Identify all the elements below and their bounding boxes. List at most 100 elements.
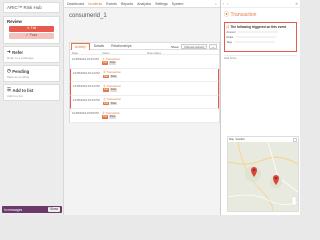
top-nav: Dashboard Incidents Events Reports Analy… — [64, 0, 220, 8]
map-tab-map[interactable]: Map — [229, 138, 234, 142]
nav-reports[interactable]: Reports — [121, 2, 133, 6]
field-amount-label: Amount — [226, 30, 236, 34]
cross-icon: ✕ — [26, 26, 30, 30]
fail-badge: Fail — [102, 115, 108, 119]
risk-score-label: Risk Score — [224, 57, 237, 60]
nav-settings[interactable]: Settings — [155, 2, 168, 6]
nav-analytics[interactable]: Analytics — [137, 2, 151, 6]
table-row[interactable]: 12/05/2019 03:14 PM ⦿ Transaction Fail P… — [70, 68, 219, 82]
warning-icon: ☐ — [226, 24, 230, 29]
row-date: 12/05/2019 03:08 PM — [72, 111, 99, 115]
refer-card[interactable]: ➜ Refer Refer to a colleague — [3, 46, 60, 63]
row-badges: Fail Pass — [103, 74, 118, 78]
show-messages-button[interactable]: Show — [48, 207, 60, 212]
location-map[interactable]: Map Satellite — [227, 136, 299, 212]
review-title: Review — [7, 19, 22, 24]
fullscreen-icon[interactable] — [293, 137, 297, 142]
field-tags-value — [234, 40, 275, 44]
messages-bar: In messages Show — [2, 206, 62, 213]
field-amount-value — [238, 30, 279, 34]
filter-dropdown[interactable]: Filtered activity — [181, 44, 208, 49]
nav-dashboard[interactable]: Dashboard — [67, 2, 84, 6]
row-date: 12/05/2019 03:12 PM — [73, 84, 100, 88]
page-title: consumerid_1 — [69, 13, 107, 19]
activity-panel: Activity Details Relationships Show: Fil… — [69, 42, 220, 123]
list-icon: ☰ — [7, 87, 11, 92]
field-tags: Tags — [227, 41, 295, 44]
triggered-header: The following triggered on this event — [230, 24, 287, 29]
fail-badge: Fail — [102, 61, 108, 65]
search-icon[interactable]: ⌕ — [215, 2, 217, 6]
refer-title: Refer — [12, 49, 24, 55]
pass-badge: Pass — [108, 61, 117, 65]
row-date: 12/05/2019 03:16 PM — [72, 57, 99, 61]
row-date: 12/05/2019 03:10 PM — [73, 97, 100, 102]
triggered-rules-box: ☐ The following triggered on this event A… — [224, 22, 297, 52]
table-row[interactable]: 12/05/2019 03:12 PM ⦿ Transaction Fail P… — [70, 82, 219, 96]
row-date: 12/05/2019 03:14 PM — [73, 70, 100, 75]
filter-label: Show: — [170, 45, 180, 49]
risk-score: Risk Score — [224, 55, 297, 60]
forward-icon[interactable]: › — [227, 2, 228, 6]
brand-logo: ARIC™ Risk Hub — [3, 2, 60, 13]
close-icon[interactable]: ✕ — [295, 2, 298, 6]
pass-button[interactable]: ✓ Pass — [9, 33, 54, 39]
row-action-label: Transaction — [106, 83, 122, 88]
add-to-list-card[interactable]: ☰ Add to list Add to a list — [3, 84, 60, 101]
tab-details[interactable]: Details — [91, 43, 107, 49]
row-action-label: Transaction — [105, 110, 121, 115]
detail-pane: ‹ › ✕ ⦿ Transaction ☐ The following trigg… — [220, 0, 300, 215]
pass-badge: Pass — [109, 74, 118, 78]
pass-label: Pass — [29, 33, 38, 37]
fail-badge: Fail — [103, 88, 109, 92]
map-canvas[interactable] — [227, 141, 299, 212]
table-row[interactable]: 12/05/2019 03:08 PM ⦿ Transaction Fail P… — [70, 109, 219, 123]
pass-badge: Pass — [108, 115, 117, 119]
table-row[interactable]: 12/05/2019 03:16 PM ⦿ Transaction Fail P… — [70, 55, 219, 69]
table-row[interactable]: 12/05/2019 03:10 PM ⦿ Transaction Fail P… — [70, 95, 219, 109]
fail-button[interactable]: ✕ Fail — [9, 26, 54, 32]
add-to-list-title: Add to list — [12, 87, 34, 93]
messages-text: In messages — [4, 207, 23, 212]
row-action: ⦿ Transaction — [103, 97, 122, 101]
filters: Show: Filtered activity » — [171, 44, 217, 49]
map-tab-satellite[interactable]: Satellite — [236, 138, 245, 142]
risk-hub-app: ARIC™ Risk Hub Review ✕ Fail ✓ Pass ➜ Ref… — [0, 0, 300, 215]
main-content: consumerid_1 Activity Details Relationsh… — [64, 8, 220, 215]
nav-incidents[interactable]: Incidents — [88, 2, 102, 6]
transaction-icon: ⦿ — [224, 12, 230, 18]
row-badges: Fail Pass — [103, 101, 118, 105]
tab-relationships[interactable]: Relationships — [108, 43, 134, 49]
zoom-control[interactable] — [291, 196, 297, 206]
sidebar: ARIC™ Risk Hub Review ✕ Fail ✓ Pass ➜ Ref… — [0, 0, 64, 215]
pending-card[interactable]: ◷ Pending Mark as pending — [3, 65, 60, 82]
row-action: ⦿ Transaction — [102, 110, 121, 115]
row-action: ⦿ Transaction — [103, 83, 122, 88]
pass-badge: Pass — [109, 101, 118, 105]
pending-title: Pending — [12, 68, 30, 74]
pending-sub: Mark as pending — [7, 75, 30, 79]
review-card: Review ✕ Fail ✓ Pass — [3, 16, 60, 44]
check-icon: ✓ — [25, 33, 29, 37]
fail-label: Fail — [30, 26, 37, 30]
field-tags-label: Tags — [226, 40, 232, 44]
brand-text: ARIC™ Risk Hub — [7, 5, 42, 10]
filter-more-button[interactable]: » — [209, 44, 217, 49]
field-rules-value — [236, 35, 277, 39]
nav-system[interactable]: System — [172, 2, 184, 6]
row-action-label: Transaction — [105, 56, 121, 61]
row-action-label: Transaction — [106, 97, 122, 101]
refer-sub: Refer to a colleague — [7, 56, 34, 60]
field-rules: Rules — [227, 36, 295, 39]
refer-icon: ➜ — [7, 49, 11, 54]
tab-activity[interactable]: Activity — [71, 42, 90, 50]
detail-pane-toolbar: ‹ › ✕ — [221, 0, 300, 8]
col-rules: Rule states — [147, 51, 161, 55]
row-action: ⦿ Transaction — [103, 70, 122, 74]
col-action: Action — [102, 51, 110, 55]
nav-events[interactable]: Events — [106, 2, 117, 6]
back-icon[interactable]: ‹ — [223, 2, 224, 6]
detail-title-text: Transaction — [230, 11, 257, 18]
row-badges: Fail Pass — [103, 88, 118, 92]
pass-badge: Pass — [109, 88, 118, 92]
